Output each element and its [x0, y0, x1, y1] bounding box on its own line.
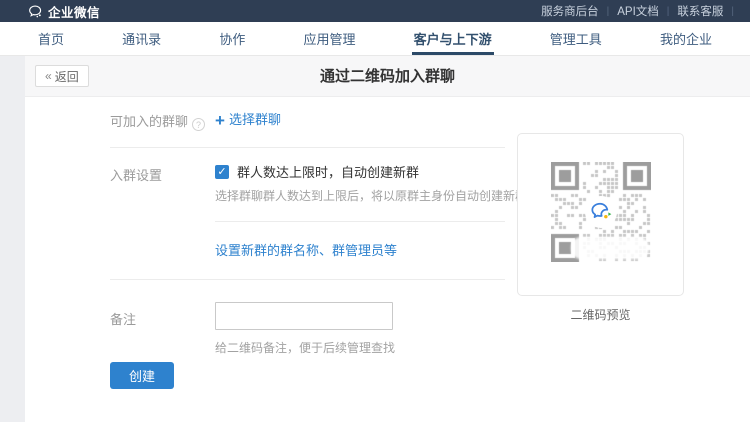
joinable-group-label: 可加入的群聊?: [110, 111, 205, 131]
plus-icon: +: [215, 114, 225, 127]
info-icon[interactable]: ?: [192, 118, 205, 131]
qr-preview-box: [517, 133, 684, 296]
select-group-link[interactable]: + 选择群聊: [215, 109, 281, 128]
topbar: 企业微信 服务商后台 | API文档 | 联系客服 |: [0, 0, 750, 22]
create-button[interactable]: 创建: [110, 362, 174, 389]
separator: |: [607, 6, 610, 17]
remark-input[interactable]: [215, 302, 393, 330]
qr-caption: 二维码预览: [517, 306, 684, 323]
nav-item-my-company[interactable]: 我的企业: [660, 22, 712, 55]
section-divider: [110, 279, 505, 280]
contact-support-link[interactable]: 联系客服: [677, 3, 723, 19]
page-title: 通过二维码加入群聊: [25, 56, 750, 97]
nav-item-contacts[interactable]: 通讯录: [122, 22, 161, 55]
section-divider: [110, 147, 505, 148]
separator: |: [667, 6, 670, 17]
content-card: « 返回 通过二维码加入群聊 可加入的群聊? +选择群聊 入群设置 ✓ 群人数达…: [25, 56, 750, 422]
auto-create-group-option: ✓ 群人数达上限时，自动创建新群: [215, 162, 419, 181]
new-group-settings-link[interactable]: 设置新群的群名称、群管理员等: [215, 240, 397, 259]
joinable-group-label-text: 可加入的群聊: [110, 114, 188, 129]
select-group-link-label: 选择群聊: [229, 112, 281, 127]
auto-create-checkbox[interactable]: ✓: [215, 165, 229, 179]
auto-create-helper-text: 选择群聊群人数达到上限后，将以原群主身份自动创建新群: [215, 187, 527, 204]
join-settings-label: 入群设置: [110, 165, 162, 184]
inner-divider: [215, 221, 505, 222]
main-nav: 首页 通讯录 协作 应用管理 客户与上下游 管理工具 我的企业: [0, 22, 750, 56]
nav-item-admin-tools[interactable]: 管理工具: [550, 22, 602, 55]
nav-item-customers[interactable]: 客户与上下游: [414, 22, 492, 55]
remark-helper-text: 给二维码备注，便于后续管理查找: [215, 339, 395, 356]
separator: |: [731, 6, 734, 17]
brand-label: 企业微信: [48, 2, 100, 21]
remark-label: 备注: [110, 309, 136, 328]
nav-item-app-management[interactable]: 应用管理: [303, 22, 355, 55]
nav-item-collaboration[interactable]: 协作: [219, 22, 245, 55]
nav-item-home[interactable]: 首页: [38, 22, 64, 55]
topbar-links: 服务商后台 | API文档 | 联系客服 |: [541, 3, 742, 19]
page: 企业微信 服务商后台 | API文档 | 联系客服 | 首页 通讯录 协作 应用…: [0, 0, 750, 422]
wework-bubble-icon: [28, 4, 43, 19]
auto-create-checkbox-label: 群人数达上限时，自动创建新群: [237, 162, 419, 181]
brand[interactable]: 企业微信: [28, 2, 100, 21]
wework-logo-icon: [585, 196, 617, 228]
provider-console-link[interactable]: 服务商后台: [541, 3, 599, 19]
api-docs-link[interactable]: API文档: [617, 3, 659, 19]
qr-privacy-blur: [571, 237, 649, 259]
